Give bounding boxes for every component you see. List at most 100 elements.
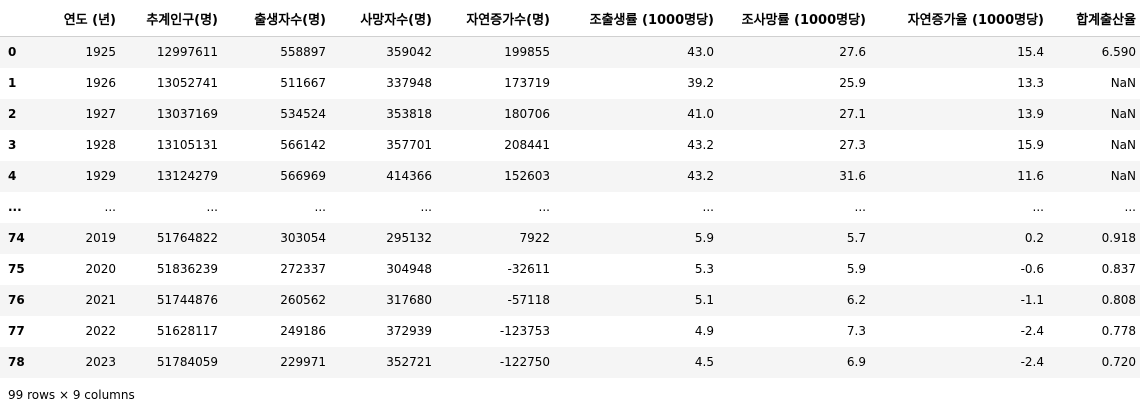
- column-header-natural-increase-rate: 자연증가율 (1000명당): [870, 0, 1048, 37]
- cell-crude-birth-rate: 43.2: [687, 169, 714, 183]
- table-body: 0 1925 12997611 558897 359042 199855 43.0 27.6 1…: [0, 36, 1140, 378]
- column-header-births: 출생자수(명): [222, 0, 330, 37]
- cell-natural-increase-rate: 13.9: [1017, 107, 1044, 121]
- cell-births: 303054: [280, 231, 326, 245]
- table-row: 0 1925 12997611 558897 359042 199855 43.0 27.6 1…: [0, 36, 1140, 68]
- cell-crude-birth-rate: 43.2: [687, 138, 714, 152]
- cell-natural-increase-rate: 13.3: [1017, 76, 1044, 90]
- cell-population: 51744876: [156, 293, 218, 307]
- cell-year: 1928: [85, 138, 116, 152]
- cell-crude-birth-rate: 4.9: [694, 324, 714, 338]
- cell-total-fertility-rate: 6.590: [1101, 45, 1136, 60]
- cell-births: 272337: [280, 262, 326, 276]
- cell-natural-increase-rate: 11.6: [1017, 169, 1044, 183]
- cell-total-fertility-rate: NaN: [1110, 138, 1136, 152]
- cell-crude-death-rate: 6.2: [846, 293, 866, 307]
- cell-crude-birth-rate: 5.3: [694, 262, 714, 276]
- cell-population: 13052741: [156, 76, 218, 90]
- cell-deaths: 352721: [386, 355, 432, 369]
- cell-births: 534524: [280, 107, 326, 121]
- cell-natural-increase: -123753: [499, 324, 550, 338]
- cell-total-fertility-rate: 0.918: [1101, 231, 1136, 245]
- column-header-crude-birth-rate: 조출생률 (1000명당): [554, 0, 718, 37]
- cell-natural-increase: 180706: [504, 107, 550, 121]
- row-index: 77: [8, 324, 25, 338]
- cell-births: 566969: [280, 169, 326, 183]
- row-index: ...: [8, 200, 22, 214]
- row-index: 75: [8, 262, 25, 276]
- table-row: 77 2022 51628117 249186 372939 -123753 4.9 7.3 -…: [0, 315, 1140, 347]
- cell-year: 2022: [85, 324, 116, 338]
- cell-total-fertility-rate: NaN: [1110, 76, 1136, 90]
- cell-births: 511667: [280, 76, 326, 90]
- cell-population: 12997611: [156, 45, 218, 60]
- cell-crude-birth-rate: 41.0: [687, 107, 714, 121]
- cell-deaths: 295132: [386, 231, 432, 245]
- row-index: 0: [8, 45, 17, 60]
- cell-natural-increase-rate: -1.1: [1020, 293, 1044, 307]
- table-row: 76 2021 51744876 260562 317680 -57118 5.1 6.2 -1…: [0, 284, 1140, 316]
- cell-year: 1925: [85, 45, 116, 60]
- cell-crude-death-rate: 25.9: [839, 76, 866, 90]
- table-row: 74 2019 51764822 303054 295132 7922 5.9 5.7 0.2 0…: [0, 222, 1140, 254]
- cell-total-fertility-rate: 0.808: [1101, 293, 1136, 307]
- row-index: 1: [8, 76, 17, 90]
- row-index: 74: [8, 231, 25, 245]
- cell-crude-birth-rate: 5.9: [694, 231, 714, 245]
- cell-natural-increase: 208441: [504, 138, 550, 152]
- cell-total-fertility-rate: NaN: [1110, 107, 1136, 121]
- cell-population: 13105131: [156, 138, 218, 152]
- table-row: 1 1926 13052741 511667 337948 173719 39.2 25.9 1…: [0, 67, 1140, 99]
- cell-natural-increase: -122750: [499, 355, 550, 369]
- dataframe-output: 연도 (년) 추계인구(명) 출생자수(명) 사망자수(명) 자연증가수(명) …: [0, 0, 1144, 402]
- cell-natural-increase: 199855: [504, 45, 550, 60]
- cell-crude-death-rate: 5.7: [846, 231, 866, 245]
- cell-natural-increase: -57118: [507, 293, 550, 307]
- cell-population: 13037169: [156, 107, 218, 121]
- cell-year: 1927: [85, 107, 116, 121]
- table-row: 75 2020 51836239 272337 304948 -32611 5.3 5.9 -0…: [0, 253, 1140, 285]
- row-index: 4: [8, 169, 17, 183]
- cell-natural-increase: 7922: [519, 231, 550, 245]
- column-header-crude-death-rate: 조사망률 (1000명당): [718, 0, 870, 37]
- table-row: ..............................: [0, 191, 1140, 223]
- dataframe-table: 연도 (년) 추계인구(명) 출생자수(명) 사망자수(명) 자연증가수(명) …: [0, 0, 1140, 378]
- cell-population: 51764822: [156, 231, 218, 245]
- cell-year: 2019: [85, 231, 116, 245]
- cell-births: 558897: [280, 45, 326, 60]
- cell-natural-increase: 173719: [504, 76, 550, 90]
- cell-deaths: 317680: [386, 293, 432, 307]
- cell-year: 1926: [85, 76, 116, 90]
- cell-births: 229971: [280, 355, 326, 369]
- cell-deaths: 353818: [386, 107, 432, 121]
- cell-deaths: ...: [420, 200, 432, 214]
- cell-population: 13124279: [156, 169, 218, 183]
- cell-crude-birth-rate: 5.1: [694, 293, 714, 307]
- row-index: 76: [8, 293, 25, 307]
- cell-natural-increase: ...: [538, 200, 550, 214]
- column-header-population: 추계인구(명): [120, 0, 222, 37]
- cell-population: 51784059: [156, 355, 218, 369]
- row-index: 78: [8, 355, 25, 369]
- cell-births: 260562: [280, 293, 326, 307]
- header-row: 연도 (년) 추계인구(명) 출생자수(명) 사망자수(명) 자연증가수(명) …: [0, 0, 1140, 37]
- cell-deaths: 304948: [386, 262, 432, 276]
- cell-natural-increase-rate: 0.2: [1024, 231, 1044, 245]
- column-header-total-fertility-rate: 합계출산율: [1048, 0, 1140, 37]
- row-index: 3: [8, 138, 17, 152]
- cell-deaths: 359042: [386, 45, 432, 60]
- cell-population: 51628117: [156, 324, 218, 338]
- cell-natural-increase-rate: 15.9: [1017, 138, 1044, 152]
- cell-births: ...: [314, 200, 326, 214]
- cell-population: ...: [206, 200, 218, 214]
- cell-year: ...: [104, 200, 116, 214]
- cell-crude-death-rate: 27.1: [839, 107, 866, 121]
- index-header: [0, 0, 32, 37]
- cell-population: 51836239: [156, 262, 218, 276]
- table-row: 2 1927 13037169 534524 353818 180706 41.0 27.1 1…: [0, 98, 1140, 130]
- cell-natural-increase: 152603: [504, 169, 550, 183]
- cell-deaths: 337948: [386, 76, 432, 90]
- column-header-year: 연도 (년): [32, 0, 120, 37]
- cell-total-fertility-rate: ...: [1124, 200, 1136, 214]
- cell-year: 2023: [85, 355, 116, 369]
